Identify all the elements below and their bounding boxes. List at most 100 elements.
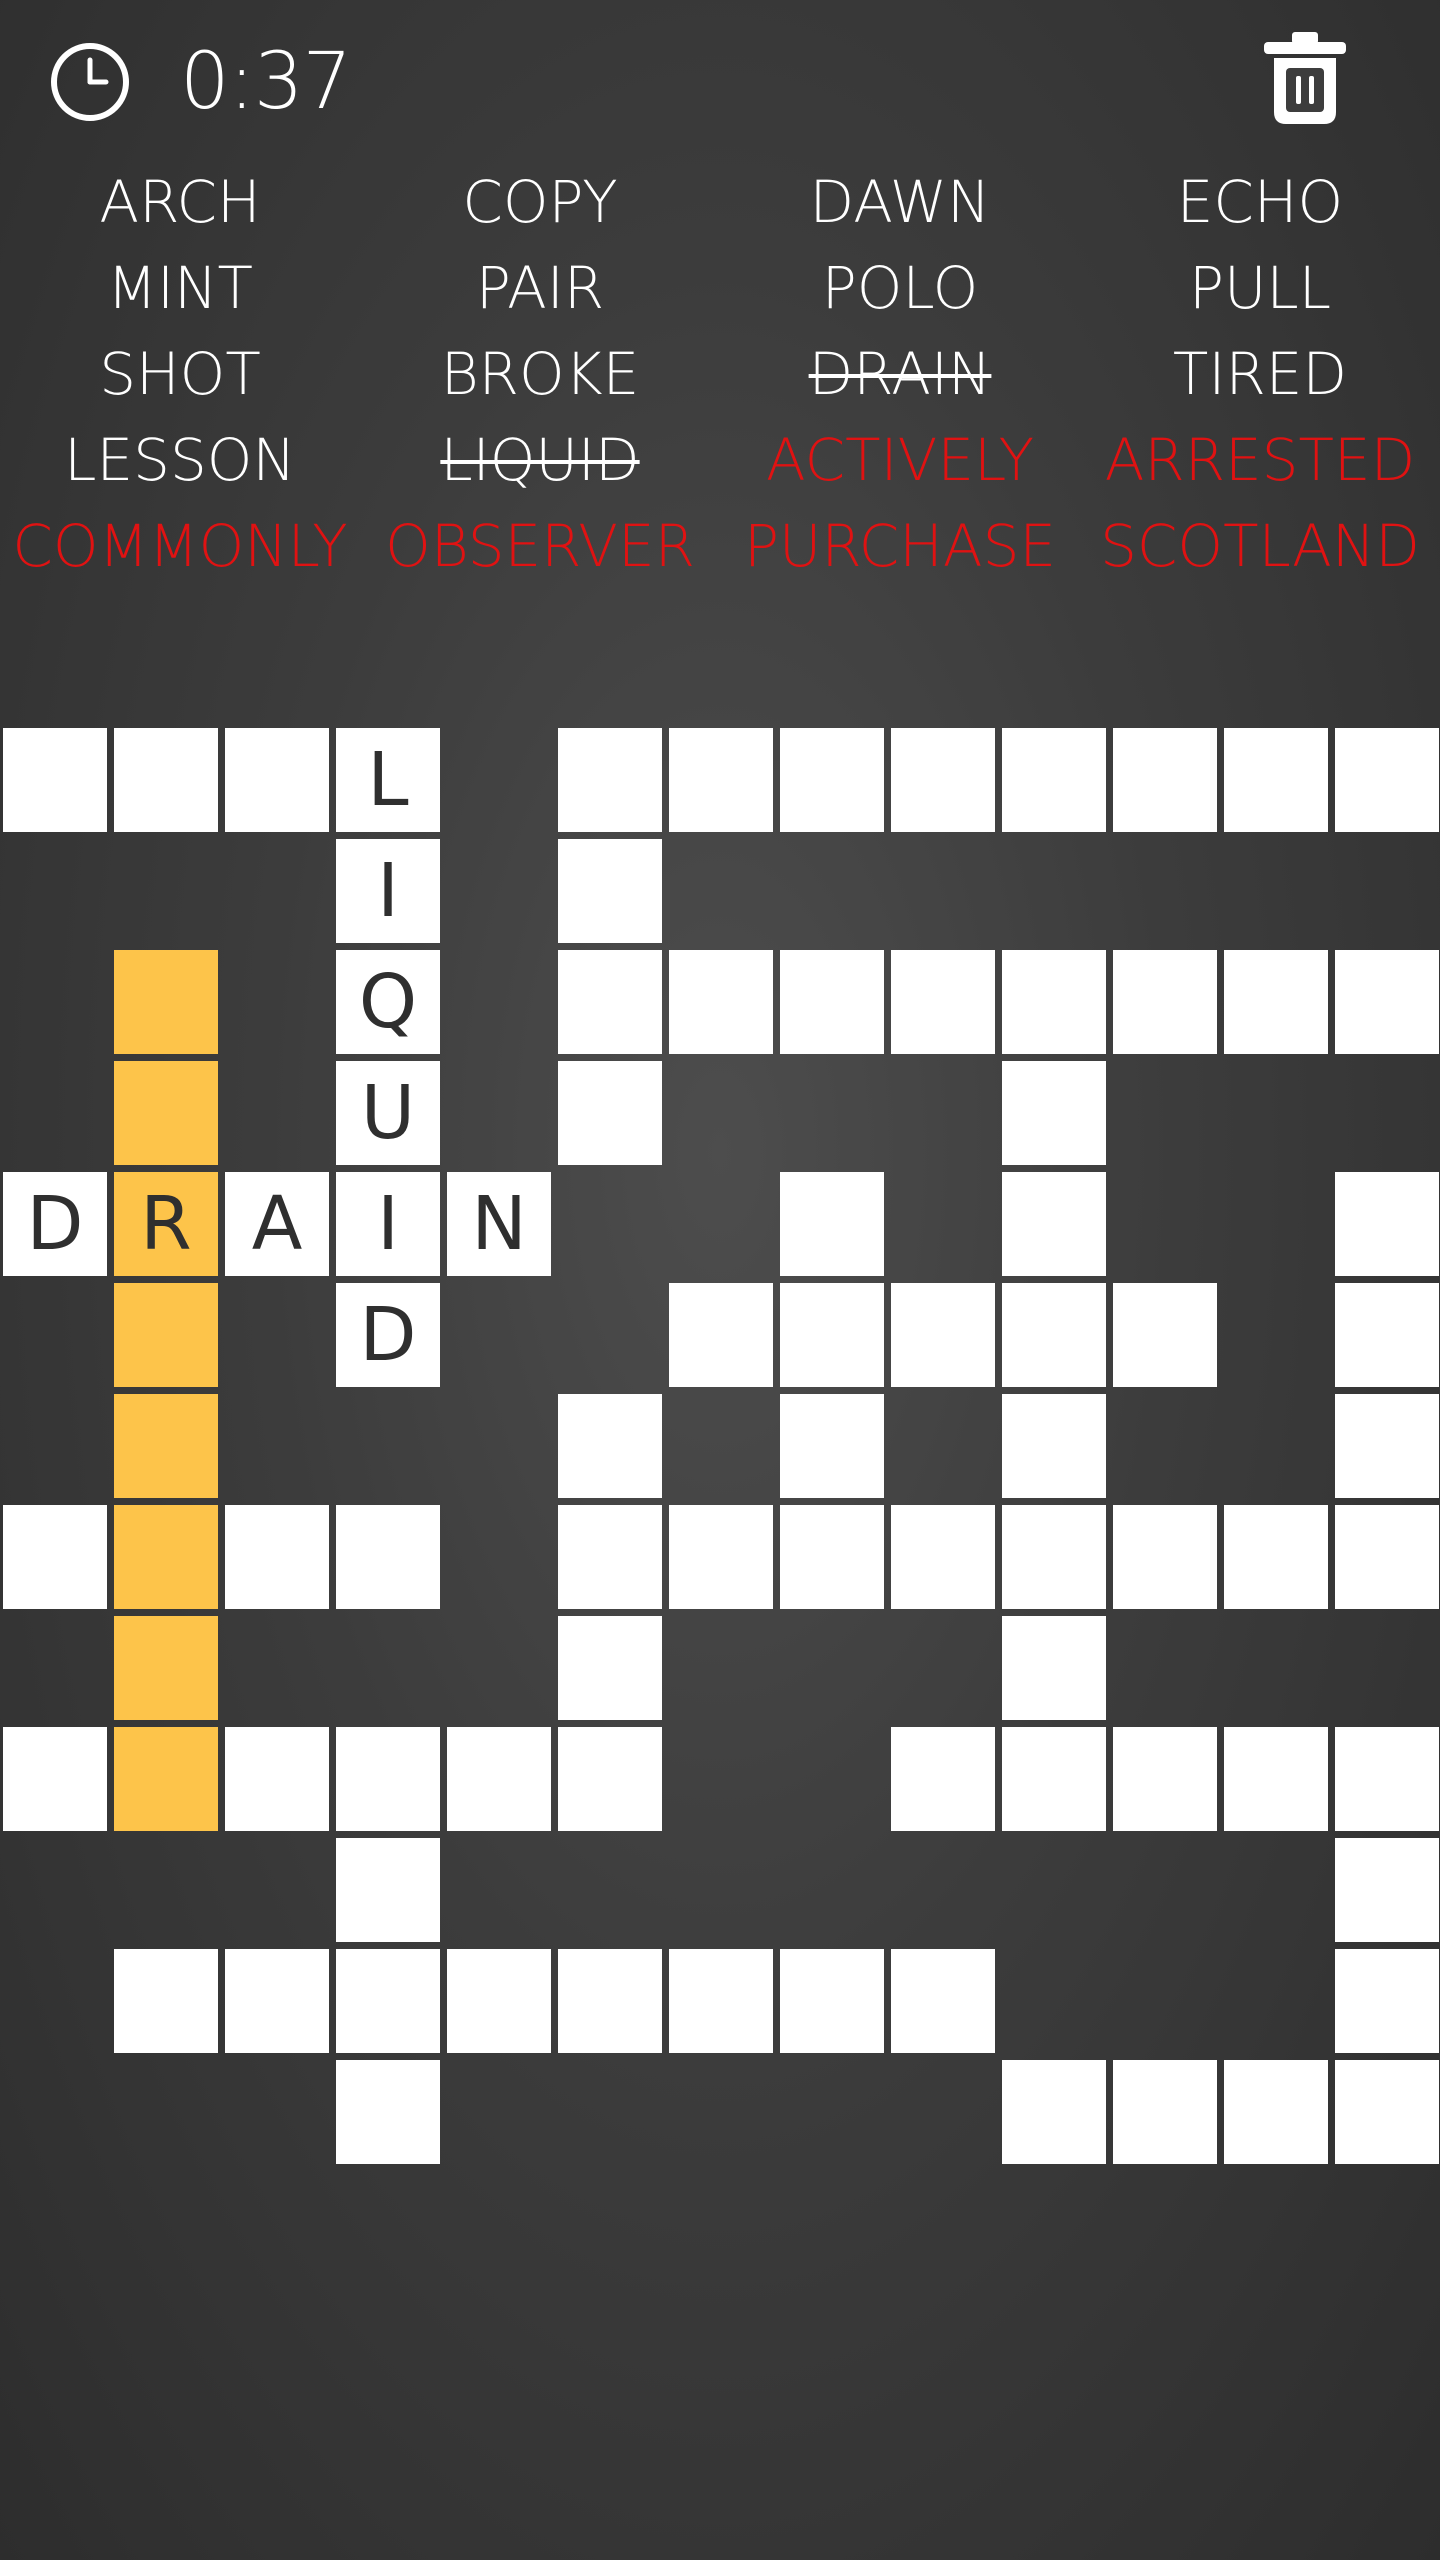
grid-cell[interactable]: U [336,1061,440,1165]
grid-cell[interactable] [558,950,662,1054]
grid-cell[interactable] [3,728,107,832]
grid-cell[interactable]: N [447,1172,551,1276]
cell-letter: U [360,1070,416,1156]
grid-cell[interactable] [1335,1505,1439,1609]
grid-cell[interactable] [1002,1505,1106,1609]
cell-letter: R [140,1181,192,1267]
grid-cell[interactable] [1224,728,1328,832]
grid-cell[interactable] [1002,2060,1106,2164]
grid-cell[interactable] [225,1949,329,2053]
grid-cell[interactable] [336,1838,440,1942]
grid-cell[interactable] [1335,728,1439,832]
grid-cell[interactable]: Q [336,950,440,1054]
grid-cell[interactable] [1335,2060,1439,2164]
grid-cell[interactable] [891,950,995,1054]
grid-cell[interactable] [114,1505,218,1609]
grid-cell[interactable] [114,1616,218,1720]
grid-cell[interactable] [1113,950,1217,1054]
grid-cell[interactable] [891,1949,995,2053]
grid-cell[interactable] [669,950,773,1054]
grid-cell[interactable] [1335,1838,1439,1942]
grid-cell[interactable]: A [225,1172,329,1276]
grid-cell[interactable] [1002,1394,1106,1498]
grid-cell[interactable]: I [336,1172,440,1276]
grid-cell[interactable] [3,1727,107,1831]
grid-cell[interactable]: L [336,728,440,832]
grid-cell[interactable] [558,1394,662,1498]
grid-cell[interactable] [1113,1505,1217,1609]
grid-cell[interactable]: R [114,1172,218,1276]
grid-cell[interactable] [780,1172,884,1276]
grid-cell[interactable] [780,728,884,832]
grid-cell[interactable] [558,728,662,832]
grid-cell[interactable] [1335,1394,1439,1498]
grid-cell[interactable] [1002,1727,1106,1831]
grid-cell[interactable] [669,1505,773,1609]
grid-cell[interactable] [669,1283,773,1387]
grid-cell[interactable] [558,1616,662,1720]
grid-cell[interactable] [1224,950,1328,1054]
grid-cell[interactable] [114,1727,218,1831]
grid-cell[interactable] [336,1949,440,2053]
grid-cell[interactable] [447,1949,551,2053]
grid-cell[interactable] [1224,1505,1328,1609]
grid-cell[interactable] [1224,2060,1328,2164]
grid-cell[interactable] [558,839,662,943]
grid-cell[interactable] [1113,1727,1217,1831]
grid-cell[interactable] [1002,1616,1106,1720]
grid-cell[interactable] [336,2060,440,2164]
clear-board-button[interactable] [1258,28,1352,128]
grid-cell[interactable] [1335,1283,1439,1387]
grid-cell[interactable]: D [336,1283,440,1387]
grid-cell[interactable] [114,1061,218,1165]
word-list-item: ACTIVELY [765,426,1035,494]
cell-letter: D [26,1181,84,1267]
grid-cell[interactable] [558,1505,662,1609]
grid-cell[interactable]: D [3,1172,107,1276]
grid-cell[interactable] [780,1283,884,1387]
grid-cell[interactable] [225,1505,329,1609]
grid-cell[interactable] [891,1283,995,1387]
grid-cell[interactable] [1113,728,1217,832]
grid-cell[interactable] [114,1394,218,1498]
grid-cell[interactable] [780,1505,884,1609]
grid-cell[interactable] [1113,2060,1217,2164]
grid-cell[interactable] [1335,1949,1439,2053]
grid-cell[interactable] [114,950,218,1054]
grid-cell[interactable] [114,1949,218,2053]
grid-cell[interactable] [1335,1172,1439,1276]
grid-cell[interactable] [558,1061,662,1165]
grid-cell[interactable] [669,728,773,832]
grid-cell[interactable] [780,1394,884,1498]
grid-cell[interactable] [114,728,218,832]
cell-letter: I [377,1181,399,1267]
grid-cell[interactable] [1224,1727,1328,1831]
grid-cell[interactable] [891,728,995,832]
grid-cell[interactable] [1335,1727,1439,1831]
grid-cell[interactable]: I [336,839,440,943]
cell-letter: L [367,737,409,823]
grid-cell[interactable] [447,1727,551,1831]
grid-cell[interactable] [1335,950,1439,1054]
grid-cell[interactable] [3,1505,107,1609]
grid-cell[interactable] [1002,1172,1106,1276]
grid-cell[interactable] [336,1505,440,1609]
grid-cell[interactable] [1002,1283,1106,1387]
grid-cell[interactable] [780,1949,884,2053]
word-list-item: MINT [107,254,253,322]
grid-cell[interactable] [114,1283,218,1387]
grid-cell[interactable] [1002,728,1106,832]
grid-cell[interactable] [558,1949,662,2053]
grid-cell[interactable] [336,1727,440,1831]
grid-cell[interactable] [1002,950,1106,1054]
grid-cell[interactable] [1113,1283,1217,1387]
word-list-item: OBSERVER [385,512,695,580]
grid-cell[interactable] [558,1727,662,1831]
grid-cell[interactable] [225,728,329,832]
grid-cell[interactable] [891,1727,995,1831]
grid-cell[interactable] [669,1949,773,2053]
grid-cell[interactable] [225,1727,329,1831]
grid-cell[interactable] [891,1505,995,1609]
grid-cell[interactable] [1002,1061,1106,1165]
grid-cell[interactable] [780,950,884,1054]
